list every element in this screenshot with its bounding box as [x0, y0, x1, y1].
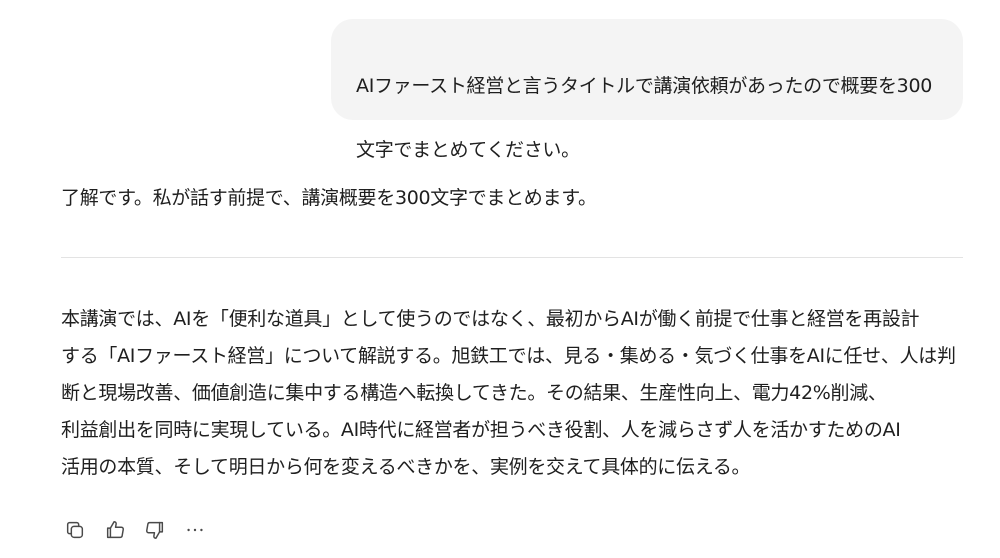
- dislike-button[interactable]: [141, 516, 169, 544]
- assistant-intro-text: 了解です。私が話す前提で、講演概要を300文字でまとめます。: [61, 187, 597, 209]
- thumbs-down-icon: [146, 521, 164, 539]
- thumbs-up-icon: [106, 521, 124, 539]
- copy-button[interactable]: [61, 516, 89, 544]
- user-message-bubble: AIファースト経営と言うタイトルで講演依頼があったので概要を300 文字でまとめ…: [331, 19, 963, 161]
- user-message-line-1: AIファースト経営と言うタイトルで講演依頼があったので概要を300: [356, 75, 933, 97]
- response-line: 断と現場改善、価値創造に集中する構造へ転換してきた。その結果、生産性向上、電力4…: [61, 382, 887, 404]
- more-icon: [187, 528, 203, 532]
- assistant-response-body: 本講演では、AIを「便利な道具」として使うのではなく、最初からAIが働く前提で仕…: [61, 301, 966, 486]
- copy-icon: [66, 521, 84, 539]
- more-options-button[interactable]: [181, 516, 209, 544]
- response-divider: [61, 257, 963, 258]
- user-message-line-2: 文字でまとめてください。: [356, 139, 580, 161]
- response-line: 本講演では、AIを「便利な道具」として使うのではなく、最初からAIが働く前提で仕…: [61, 308, 920, 330]
- like-button[interactable]: [101, 516, 129, 544]
- response-line: 活用の本質、そして明日から何を変えるべきかを、実例を交えて具体的に伝える。: [61, 456, 751, 478]
- response-line: する「AIファースト経営」について解説する。旭鉄工では、見る・集める・気づく仕事…: [61, 345, 956, 367]
- response-line: 利益創出を同時に実現している。AI時代に経営者が担うべき役割、人を減らさず人を活…: [61, 419, 901, 441]
- response-action-bar: [61, 516, 209, 544]
